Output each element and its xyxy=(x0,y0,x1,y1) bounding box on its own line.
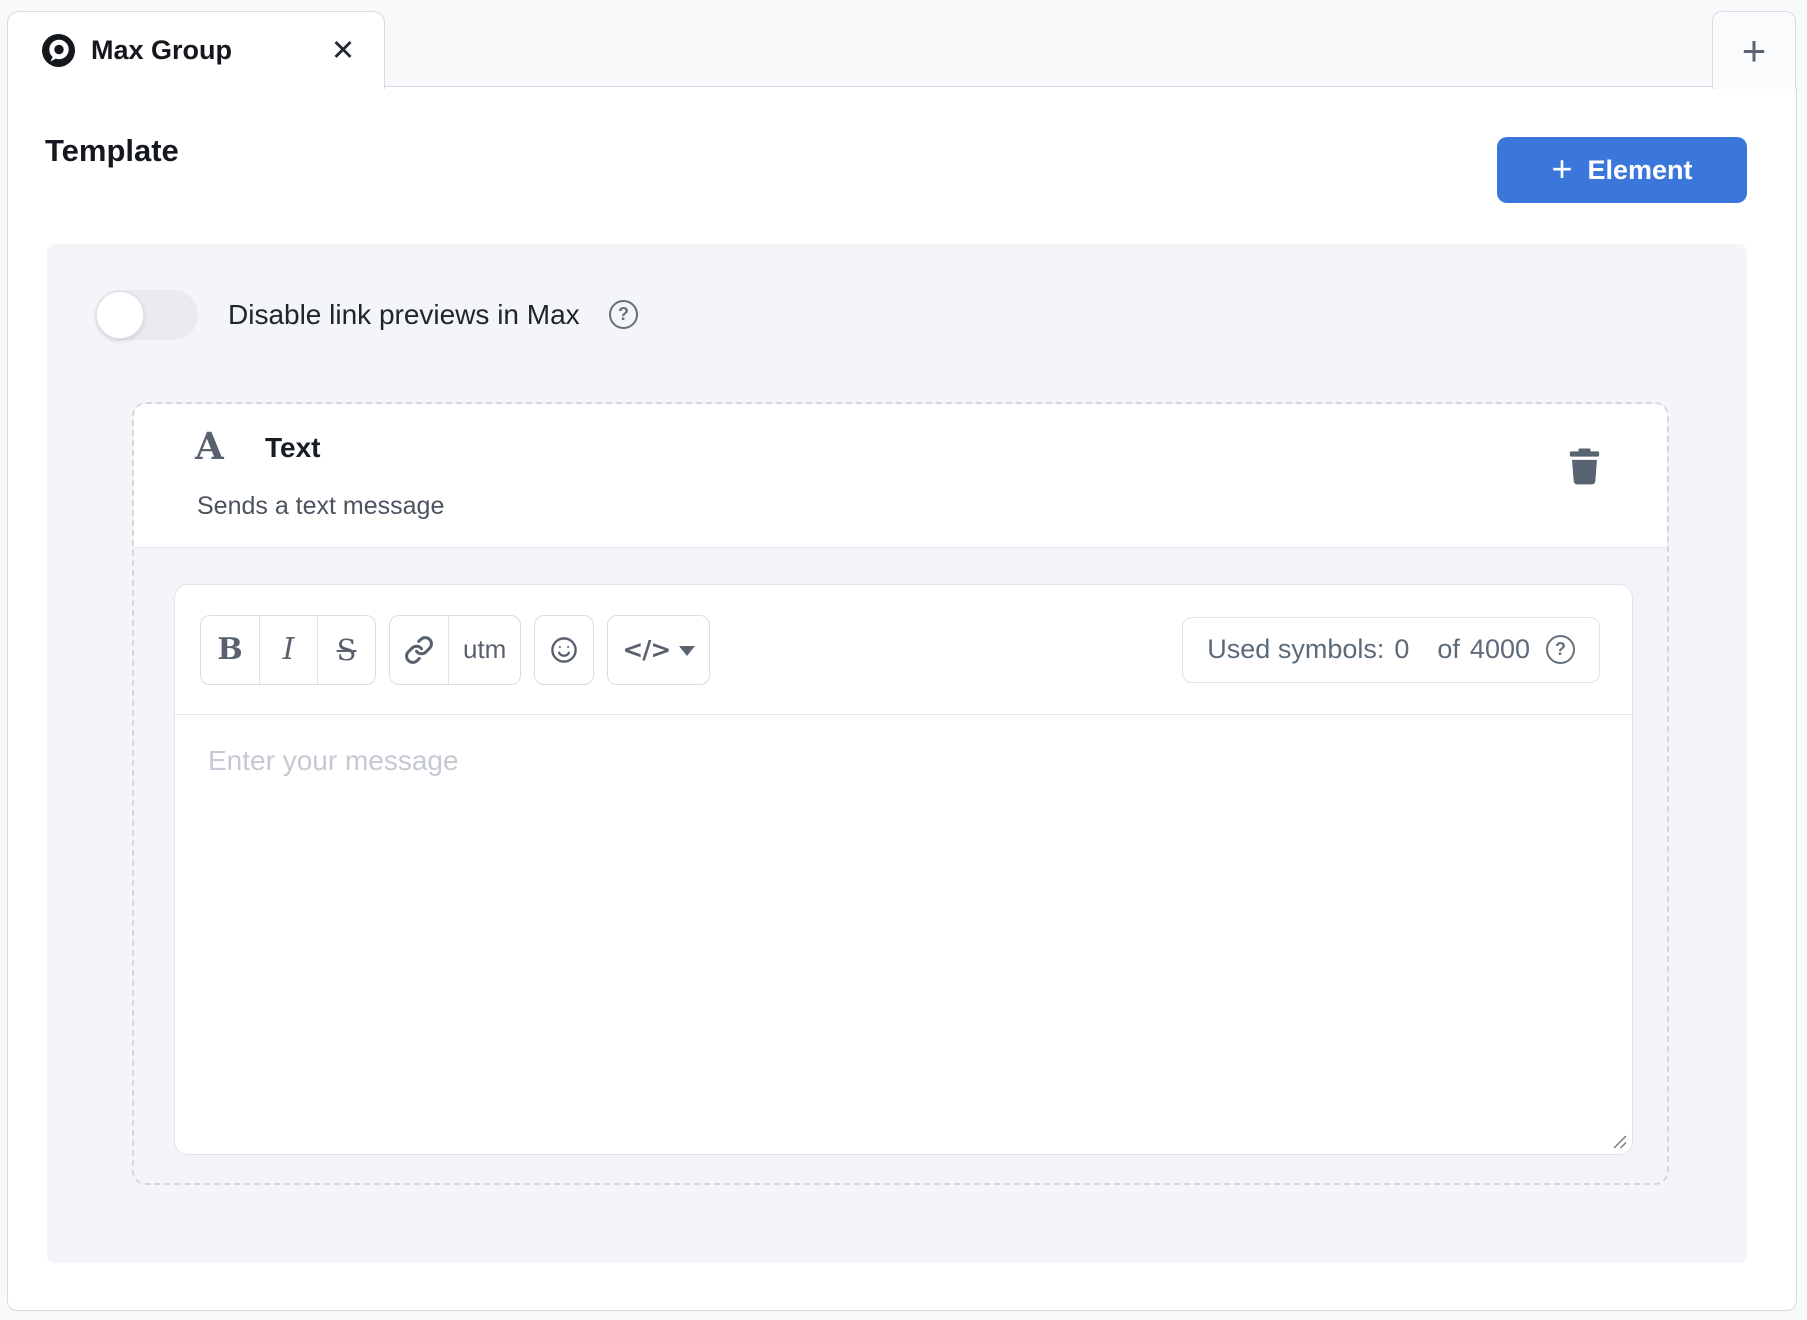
message-textarea[interactable] xyxy=(175,715,1632,1155)
close-tab-icon[interactable]: ✕ xyxy=(328,36,358,66)
new-tab-button[interactable]: + xyxy=(1712,11,1796,89)
code-button-group: </> xyxy=(607,614,711,685)
utm-label: utm xyxy=(463,634,507,664)
message-editor: B I S utm </> Used symbols: 0 of 4000 ? … xyxy=(174,584,1633,1155)
help-icon[interactable]: ? xyxy=(1546,635,1575,664)
tab-title: Max Group xyxy=(91,35,233,65)
counter-used: 0 xyxy=(1394,634,1410,664)
text-element-header: A Text Sends a text message xyxy=(134,404,1667,548)
chevron-down-icon xyxy=(679,646,696,656)
messenger-logo-icon xyxy=(42,34,75,67)
text-element-card: A Text Sends a text message B I S utm </… xyxy=(132,402,1669,1185)
add-element-button[interactable]: + Element xyxy=(1497,137,1747,203)
trash-icon xyxy=(1569,448,1599,485)
counter-label: Used symbols: xyxy=(1207,634,1385,664)
code-icon: </> xyxy=(622,635,671,664)
bold-button[interactable]: B xyxy=(201,616,259,684)
emoji-icon xyxy=(551,636,578,663)
page-title: Template xyxy=(45,133,179,168)
toggle-knob[interactable] xyxy=(96,291,144,339)
disable-link-previews-toggle[interactable] xyxy=(95,290,198,340)
format-button-group: B I S xyxy=(200,614,376,685)
emoji-button-group xyxy=(534,614,595,685)
bold-icon: B xyxy=(217,632,243,667)
italic-button[interactable]: I xyxy=(259,615,317,684)
insert-code-button[interactable]: </> xyxy=(608,616,709,684)
element-subtitle: Sends a text message xyxy=(197,492,445,520)
help-icon[interactable]: ? xyxy=(609,300,638,329)
link-button-group: utm xyxy=(389,614,522,685)
symbol-counter: Used symbols: 0 of 4000 ? xyxy=(1182,616,1600,683)
element-title: Text xyxy=(265,432,321,463)
counter-of: of xyxy=(1437,634,1460,664)
utm-button[interactable]: utm xyxy=(448,615,520,684)
link-button[interactable] xyxy=(390,616,448,684)
counter-limit: 4000 xyxy=(1469,634,1530,664)
text-type-icon: A xyxy=(195,424,224,468)
editor-toolbar: B I S utm </> Used symbols: 0 of 4000 ? xyxy=(175,585,1632,715)
plus-icon: + xyxy=(1551,147,1573,189)
link-icon xyxy=(405,635,433,664)
plus-icon: + xyxy=(1741,26,1767,74)
emoji-button[interactable] xyxy=(535,616,593,684)
template-editor-page: Max Group ✕ + Template + Element Disable… xyxy=(0,0,1807,1320)
toggle-label: Disable link previews in Max xyxy=(228,299,580,330)
delete-element-button[interactable] xyxy=(1567,448,1601,488)
strikethrough-icon: S xyxy=(336,632,357,667)
strikethrough-button[interactable]: S xyxy=(317,615,375,684)
add-element-label: Element xyxy=(1587,154,1693,185)
italic-icon: I xyxy=(282,632,295,667)
tab-max-group[interactable]: Max Group ✕ xyxy=(7,11,385,89)
